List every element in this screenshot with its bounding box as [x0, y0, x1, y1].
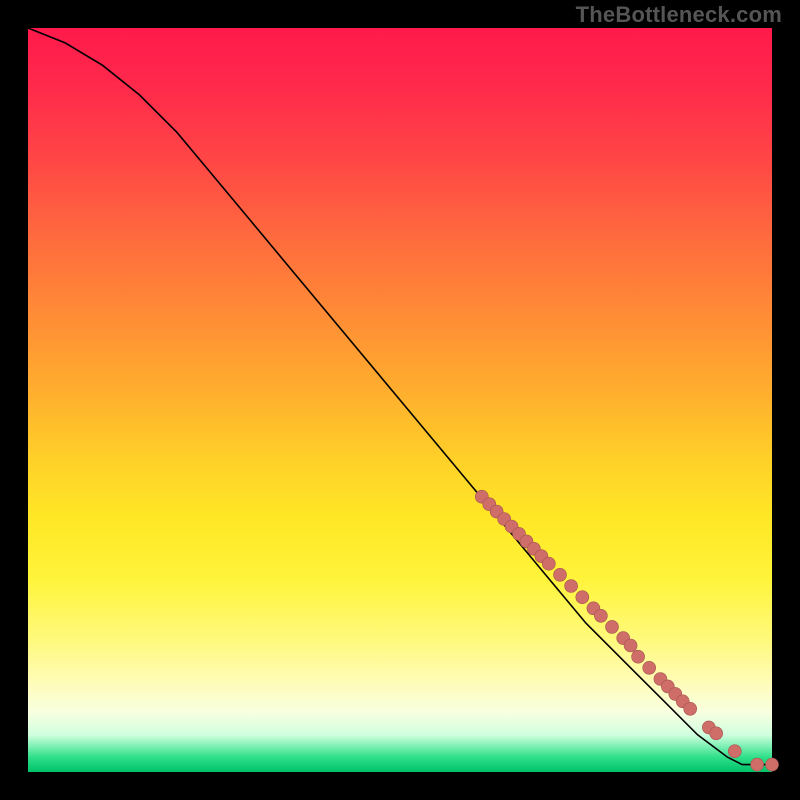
data-point	[632, 650, 645, 663]
data-point	[624, 639, 637, 652]
data-point	[565, 580, 578, 593]
data-point	[728, 745, 741, 758]
data-point	[542, 557, 555, 570]
marker-cluster	[475, 490, 778, 771]
chart-frame: TheBottleneck.com	[0, 0, 800, 800]
data-point	[710, 727, 723, 740]
data-point	[576, 591, 589, 604]
data-point	[766, 758, 779, 771]
data-point	[554, 568, 567, 581]
data-point	[606, 620, 619, 633]
data-point	[684, 702, 697, 715]
data-point	[594, 609, 607, 622]
data-point	[751, 758, 764, 771]
plot-svg	[28, 28, 772, 772]
plot-area	[28, 28, 772, 772]
main-curve	[28, 28, 772, 765]
data-point	[643, 661, 656, 674]
watermark-text: TheBottleneck.com	[576, 2, 782, 28]
